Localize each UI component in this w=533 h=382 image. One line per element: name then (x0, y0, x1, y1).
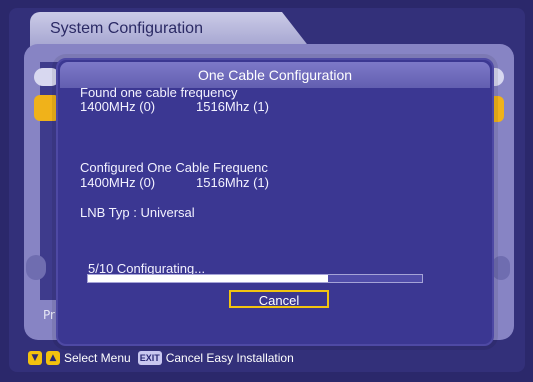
found-frequency-label: Found one cable frequency (80, 85, 238, 100)
background-right-scroll (492, 256, 510, 280)
footer-help: ▼ ▲ Select Menu EXIT Cancel Easy Install… (28, 347, 294, 369)
background-left-scroll (26, 255, 46, 280)
found-frequency-0: 1400MHz (0) (80, 99, 156, 114)
page-title: System Configuration (50, 20, 203, 37)
cancel-button[interactable]: Cancel (229, 290, 329, 308)
cancel-installation-hint: EXIT Cancel Easy Installation (137, 351, 294, 365)
progress-bar (87, 274, 423, 283)
background-partial-text: Pr (43, 308, 55, 322)
select-menu-label: Select Menu (64, 351, 131, 365)
configured-frequency-1: 1516Mhz (1) (196, 175, 269, 190)
configured-frequency-0: 1400MHz (0) (80, 175, 156, 190)
found-frequency-1: 1516Mhz (1) (196, 99, 269, 114)
down-arrow-icon: ▼ (28, 351, 42, 365)
configured-frequency-label: Configured One Cable Frequenc (80, 160, 268, 175)
exit-icon: EXIT (137, 351, 162, 365)
up-arrow-icon: ▲ (46, 351, 60, 365)
lnb-type: LNB Typ : Universal (80, 205, 195, 220)
progress-bar-fill (88, 275, 329, 282)
cancel-installation-label: Cancel Easy Installation (165, 351, 294, 365)
select-menu-hint: ▼ ▲ Select Menu (28, 351, 131, 365)
tv-screen: System Configuration Pr One Cable Config… (0, 0, 533, 382)
